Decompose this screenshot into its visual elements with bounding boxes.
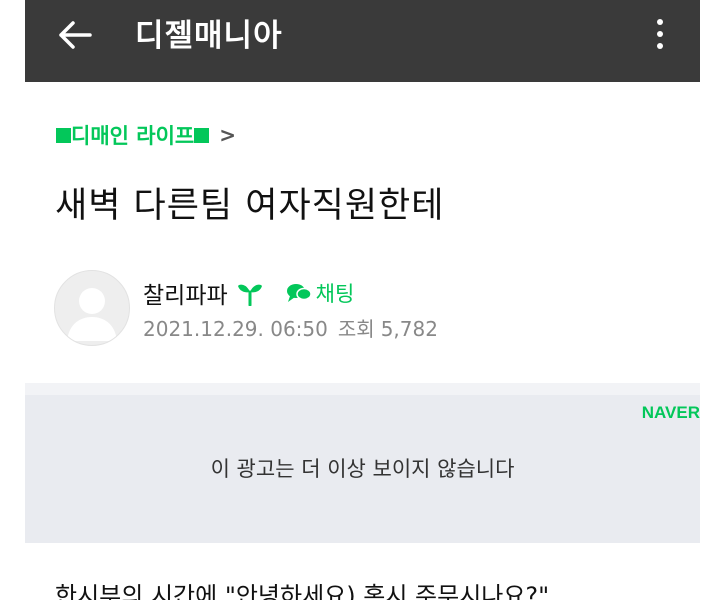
naver-logo: NAVER	[641, 403, 700, 422]
default-profile-icon	[67, 288, 117, 341]
back-button[interactable]	[53, 15, 97, 59]
app-bar: 디젤매니아	[25, 0, 700, 82]
green-square-icon	[56, 127, 71, 143]
more-vertical-icon	[657, 19, 663, 25]
views-count: 5,782	[380, 317, 438, 341]
ad-banner: NAVER 이 광고는 더 이상 보이지 않습니다	[25, 383, 700, 543]
sprout-icon	[236, 280, 264, 306]
arrow-left-icon	[57, 19, 93, 55]
app-title: 디젤매니아	[135, 18, 283, 54]
views-label: 조회	[337, 317, 375, 341]
green-square-icon	[194, 127, 210, 143]
author-row: 찰리파파 채팅	[143, 276, 354, 310]
board-link[interactable]: 디매인 라이프 >	[56, 118, 236, 152]
post-title: 새벽 다른팀 여자직원한테	[55, 186, 445, 226]
avatar[interactable]	[54, 270, 130, 346]
more-options-button[interactable]	[640, 12, 680, 56]
chat-label: 채팅	[315, 282, 355, 306]
chevron-right-icon: >	[219, 123, 236, 147]
chat-button[interactable]: 채팅	[286, 278, 355, 308]
post-body-text: 한시부의 시간에 "안녕하세요) 혹시 주무시나요?"	[55, 582, 550, 600]
author-name[interactable]: 찰리파파	[143, 276, 228, 310]
post-meta: 2021.12.29. 06:50 조회 5,782	[143, 314, 438, 344]
ad-hidden-message: 이 광고는 더 이상 보이지 않습니다	[210, 457, 515, 481]
post-date: 2021.12.29. 06:50	[143, 317, 328, 341]
chat-bubble-icon	[286, 284, 312, 302]
board-name: 디매인 라이프	[71, 124, 195, 148]
app-frame: 디젤매니아 디매인 라이프 > 새벽 다른팀 여자직원한테 찰리파파 채팅 20…	[25, 0, 700, 600]
